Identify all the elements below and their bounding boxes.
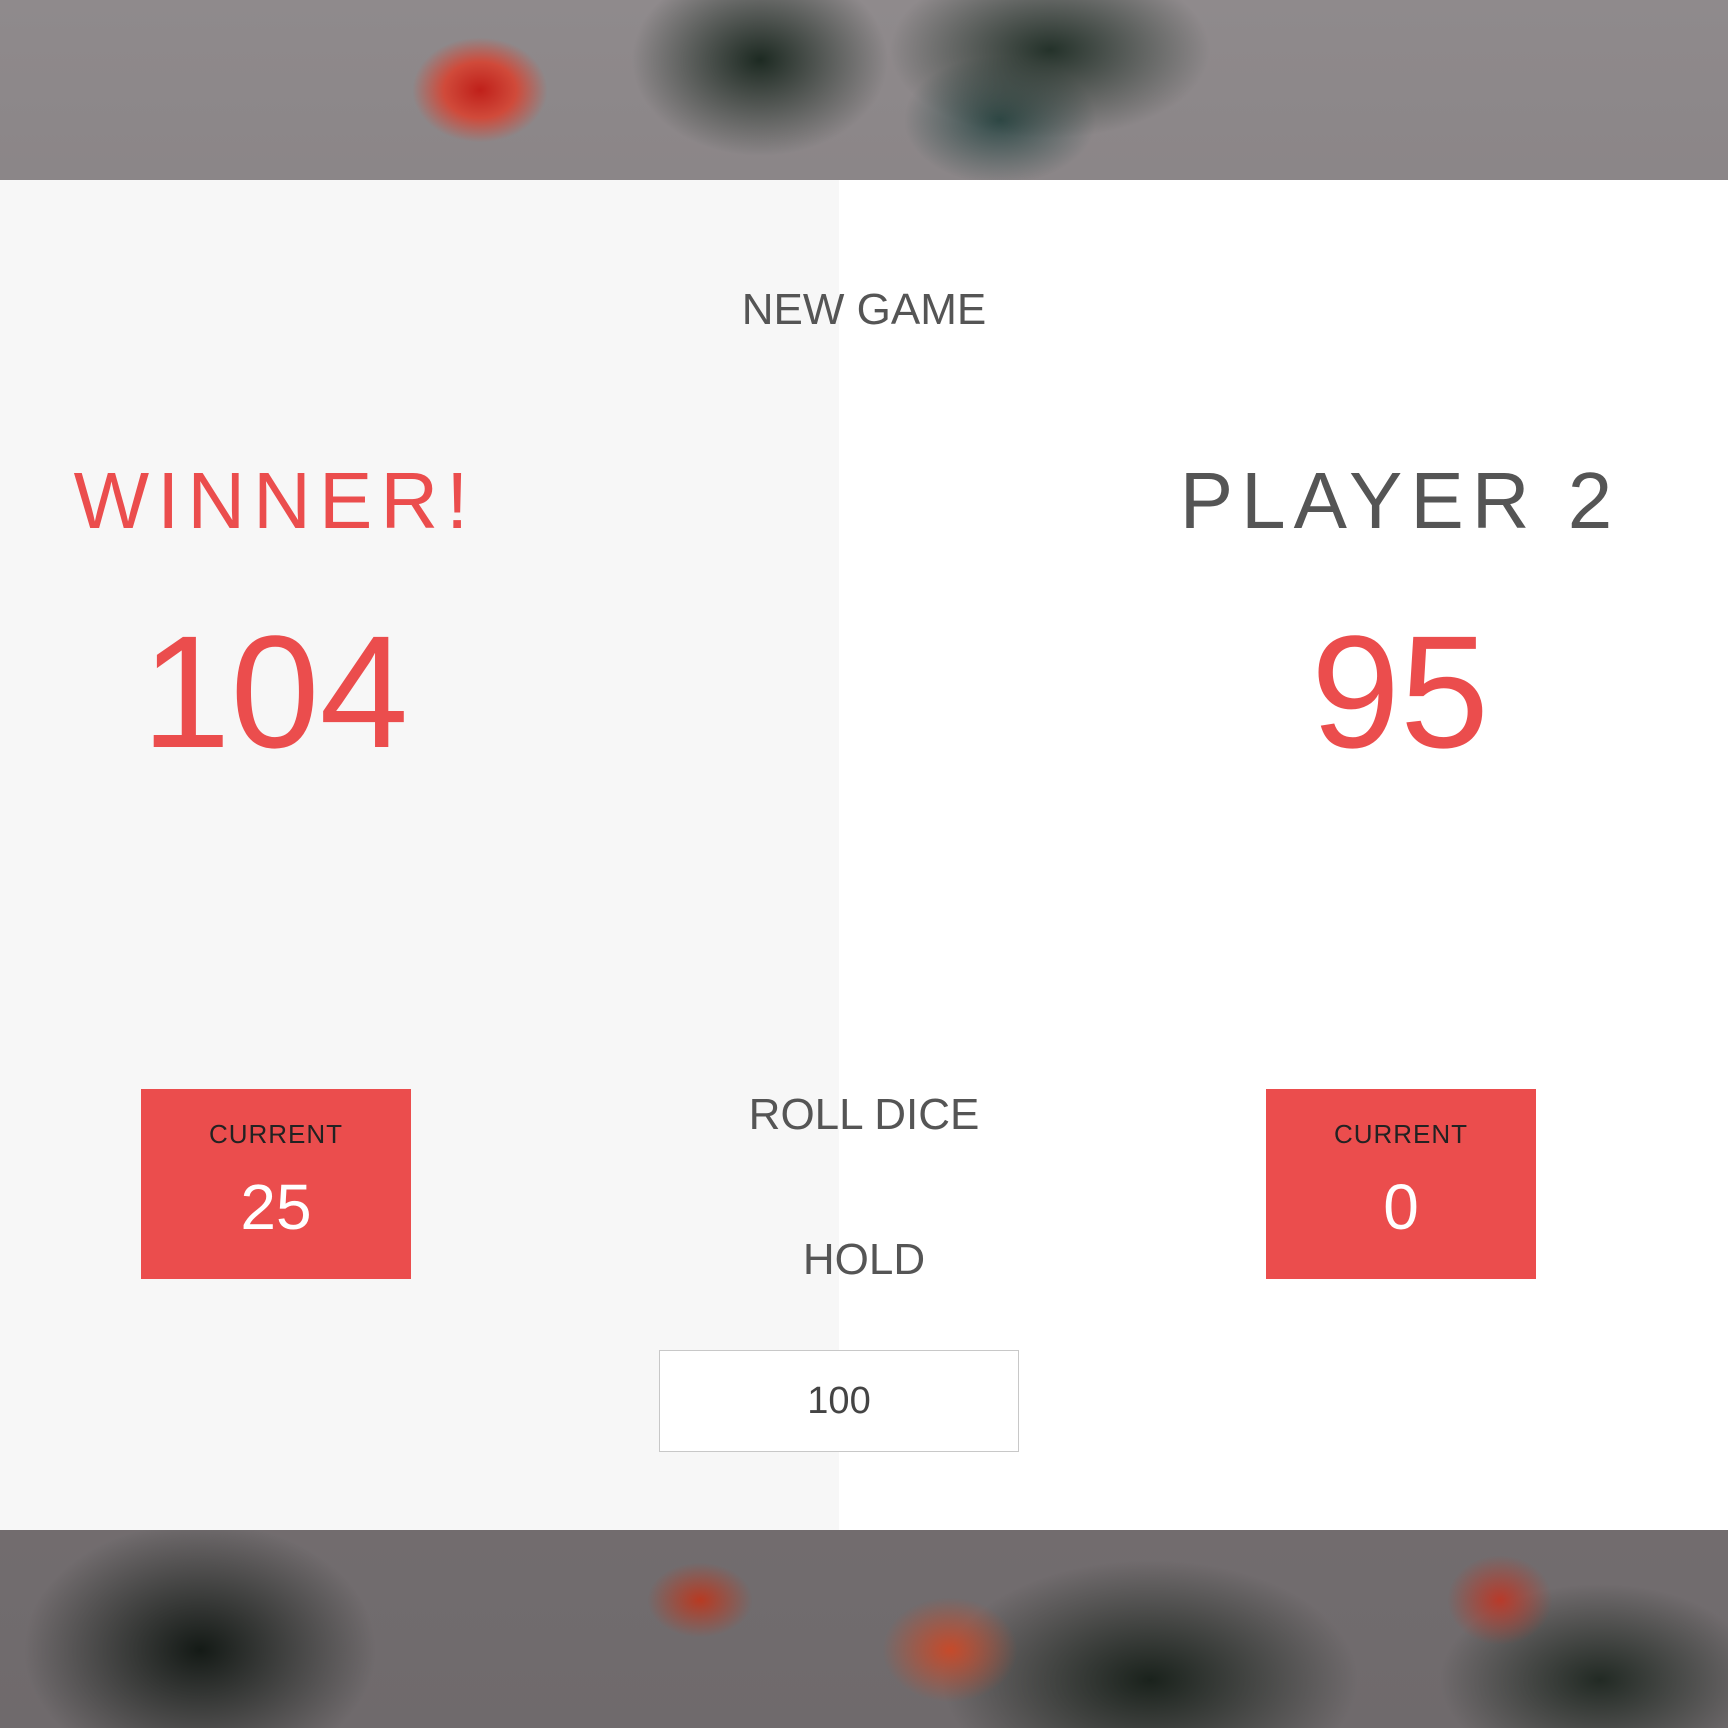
hold-button[interactable]: HOLD <box>564 1235 1164 1285</box>
player-2-name: PLAYER 2 <box>1179 456 1621 545</box>
player-1-current-box: CURRENT 25 <box>141 1089 411 1279</box>
player-1-panel <box>0 180 839 1530</box>
player-2-current-score: 0 <box>1383 1171 1419 1243</box>
player-2-score: 95 <box>1311 602 1489 781</box>
player-2-panel <box>839 180 1728 1530</box>
final-score-input[interactable] <box>659 1350 1019 1452</box>
player-1-current-score: 25 <box>240 1171 312 1243</box>
player-1-name: WINNER! <box>73 456 477 545</box>
player-2-current-box: CURRENT 0 <box>1266 1089 1536 1279</box>
player-1-score: 104 <box>141 602 409 781</box>
player-1-current-label: CURRENT <box>208 1119 344 1149</box>
new-game-button[interactable]: NEW GAME <box>564 285 1164 335</box>
roll-dice-button[interactable]: ROLL DICE <box>564 1090 1164 1140</box>
player-2-current-label: CURRENT <box>1333 1119 1469 1149</box>
game-board: WINNER! 104 CURRENT 25 PLAYER 2 95 CURRE… <box>0 180 1728 1530</box>
